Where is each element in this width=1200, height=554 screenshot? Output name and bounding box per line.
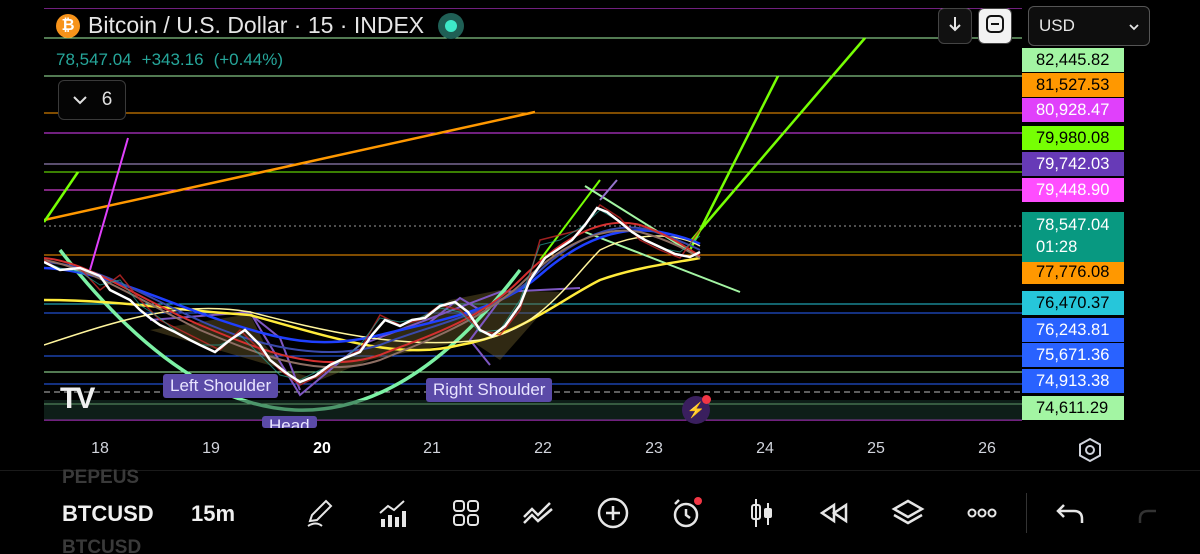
draw-tool-button[interactable] [302,495,338,531]
redo-icon [1138,509,1156,523]
lightning-alert-icon[interactable]: ⚡ [682,395,711,424]
time-tick: 25 [867,440,885,457]
price-change-percent: (+0.44%) [213,50,284,69]
bitcoin-icon: ₿ [56,13,80,38]
chart-indicator-icon [379,500,406,527]
price-level-tag: 74,913.38 [1022,369,1124,393]
add-button[interactable] [595,495,631,531]
currency-value: USD [1039,16,1075,35]
next-symbol-ghost: BTCUSD [62,537,142,554]
fullscreen-icon [985,14,1005,39]
market-status-icon[interactable] [438,12,465,39]
price-level-tag: 79,980.08 [1022,126,1124,150]
time-tick: 23 [645,440,663,457]
layers-button[interactable] [890,495,926,531]
right-shoulder-label[interactable]: Right Shoulder [426,378,553,402]
indicators-button[interactable] [374,495,410,531]
time-tick: 22 [534,440,552,457]
chevron-down-icon [72,89,88,111]
price-level-tag: 81,527.53 [1022,73,1124,97]
layout-grid-button[interactable] [448,495,484,531]
compare-lines-icon [523,502,553,524]
undo-icon [1056,504,1084,523]
candlestick-icon [751,499,772,527]
undo-button[interactable] [1052,495,1088,531]
layers-icon [891,499,925,525]
symbol-title[interactable]: Bitcoin / U.S. Dollar · 15 · INDEX [88,12,424,39]
current-price: 78,547.04 [1036,216,1110,234]
indicator-count: 6 [101,89,113,110]
price-change: +343.16 [141,50,204,69]
time-tick: 26 [978,440,996,457]
arrow-down-icon [948,16,962,37]
price-level-tag: 76,243.81 [1022,318,1124,342]
toolbar-divider [1026,493,1027,533]
price-summary: 78,547.04 +343.16 (+0.44%) [56,50,283,70]
time-tick: 20 [313,440,331,457]
price-level-tag: 74,611.29 [1022,396,1124,420]
redo-button[interactable] [1126,495,1162,531]
price-level-tag: 80,928.47 [1022,98,1124,122]
download-button[interactable] [938,8,972,44]
rewind-icon [819,502,848,524]
alerts-button[interactable] [668,495,704,531]
price-level-tag: 77,776.08 [1022,260,1124,284]
price-level-tag: 76,470.37 [1022,291,1124,315]
bar-countdown: 01:28 [1036,238,1078,256]
price-level-tag: 79,742.03 [1022,152,1124,176]
chart-type-button[interactable] [744,495,780,531]
bottom-toolbar: PEPEUS BTCUSD BTCUSD 15m [0,467,1200,554]
more-dots-icon [967,508,997,518]
alarm-clock-icon [673,497,702,528]
fullscreen-button[interactable] [978,8,1012,44]
current-price-tag: 78,547.04 01:28 [1022,212,1124,262]
price-level-tag: 82,445.82 [1022,48,1124,72]
replay-button[interactable] [816,495,852,531]
time-tick: 21 [423,440,441,457]
indicators-toggle-button[interactable]: 6 [58,80,126,120]
tradingview-logo: TV [60,382,95,415]
interval-button[interactable]: 15m [191,501,235,527]
time-tick: 19 [202,440,220,457]
more-button[interactable] [964,495,1000,531]
chevron-down-icon [1129,16,1139,36]
price-level-tag: 75,671.36 [1022,343,1124,367]
time-tick: 18 [91,440,109,457]
grid-icon [453,500,479,526]
currency-select[interactable]: USD [1028,6,1150,46]
pencil-icon [307,499,333,527]
head-label[interactable]: Head [262,416,317,428]
last-price: 78,547.04 [56,50,132,69]
time-axis[interactable]: 18 19 20 21 22 23 24 25 26 [0,428,1024,468]
settings-icon[interactable] [1076,436,1104,464]
plus-circle-icon [597,497,629,529]
moving-averages [44,221,701,369]
price-level-tag: 79,448.90 [1022,178,1124,202]
volume-bars [44,400,1022,420]
symbol-button[interactable]: BTCUSD [62,501,154,527]
compare-button[interactable] [520,495,556,531]
previous-symbol-ghost: PEPEUS [62,467,140,488]
time-tick: 24 [756,440,774,457]
left-shoulder-label[interactable]: Left Shoulder [163,374,279,398]
symbol-header[interactable]: ₿ Bitcoin / U.S. Dollar · 15 · INDEX [56,12,465,39]
